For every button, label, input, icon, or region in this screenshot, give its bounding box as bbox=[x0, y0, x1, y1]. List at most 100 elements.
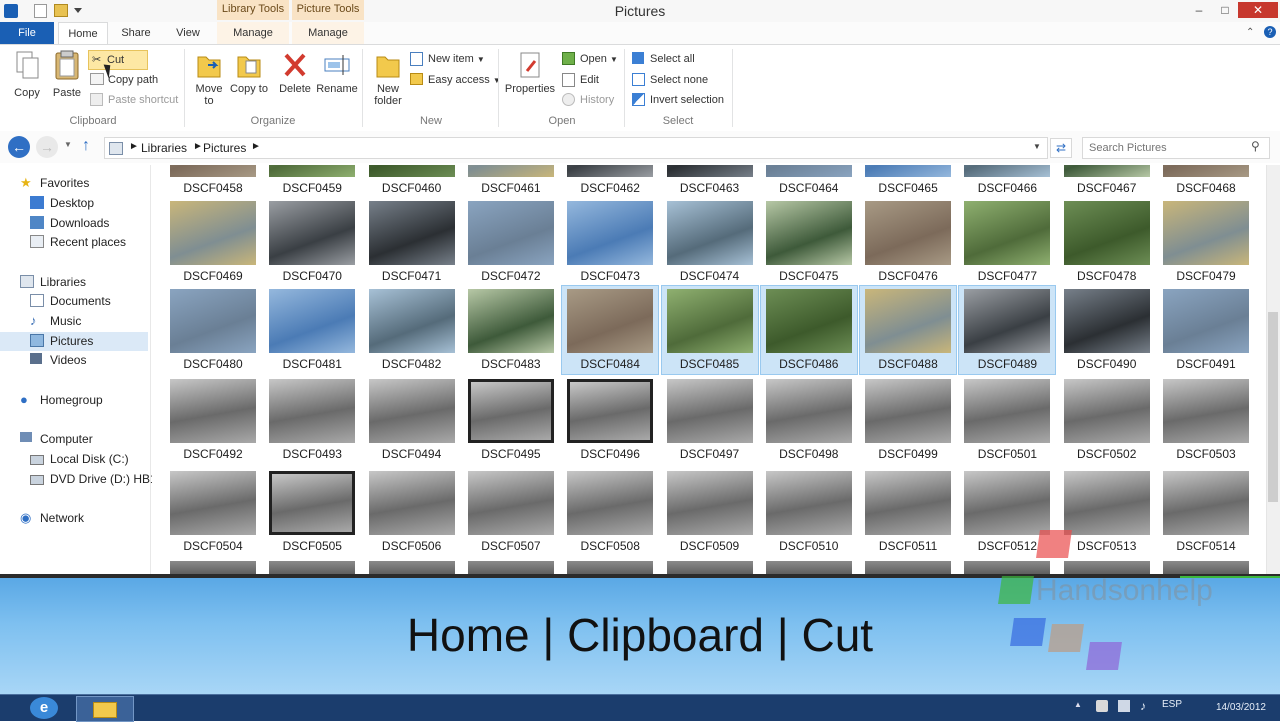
nav-libraries[interactable]: Libraries bbox=[20, 273, 86, 291]
open-icon bbox=[562, 52, 575, 65]
taskbar-file-explorer[interactable] bbox=[76, 696, 134, 722]
photo-image bbox=[467, 165, 554, 177]
copy-button[interactable]: Copy bbox=[8, 49, 46, 99]
forward-button[interactable]: → bbox=[36, 136, 58, 158]
copy-path-icon bbox=[90, 73, 104, 85]
file-name: DSCF0484 bbox=[580, 357, 640, 371]
nav-computer[interactable]: Computer bbox=[20, 430, 93, 448]
minimize-ribbon-icon[interactable]: ⌃ bbox=[1246, 27, 1254, 38]
photo-image bbox=[865, 289, 952, 353]
address-dropdown-icon[interactable]: ▼ bbox=[1033, 142, 1041, 151]
nav-network[interactable]: ◉ Network bbox=[20, 509, 84, 527]
disk-icon bbox=[30, 455, 44, 465]
address-box[interactable]: ► Libraries ► Pictures ► ▼ bbox=[104, 137, 1048, 159]
tab-manage-library[interactable]: Manage bbox=[217, 22, 289, 44]
nav-label: Favorites bbox=[40, 176, 90, 190]
recent-locations-icon[interactable]: ▼ bbox=[64, 140, 72, 149]
maximize-button[interactable]: □ bbox=[1212, 2, 1238, 18]
nav-recent-places[interactable]: Recent places bbox=[30, 233, 126, 251]
network-tray-icon[interactable] bbox=[1118, 700, 1130, 712]
move-to-button[interactable]: Move to bbox=[190, 49, 228, 107]
photo-image bbox=[368, 379, 455, 443]
file-name: DSCF0460 bbox=[381, 181, 442, 195]
file-name: DSCF0489 bbox=[977, 357, 1038, 371]
desktop-icon bbox=[30, 196, 44, 209]
scrollbar-thumb[interactable] bbox=[1268, 312, 1278, 502]
nav-dvd-drive[interactable]: DVD Drive (D:) HB1_ bbox=[30, 470, 163, 488]
rename-button[interactable]: Rename bbox=[316, 49, 358, 95]
action-center-icon[interactable] bbox=[1096, 700, 1108, 712]
copy-icon bbox=[12, 49, 42, 81]
photo-image bbox=[1063, 165, 1150, 177]
select-none-button[interactable]: Select none bbox=[632, 71, 708, 89]
tray-date[interactable]: 14/03/2012 bbox=[1190, 702, 1266, 713]
nav-pictures[interactable]: Pictures bbox=[30, 332, 93, 350]
back-button[interactable]: ← bbox=[8, 136, 30, 158]
new-item-button[interactable]: New item ▼ bbox=[410, 50, 485, 68]
file-name: DSCF0511 bbox=[878, 539, 938, 553]
breadcrumb-chevron-icon[interactable]: ► bbox=[193, 141, 203, 152]
rename-label: Rename bbox=[316, 83, 358, 95]
minimize-button[interactable]: – bbox=[1186, 2, 1212, 18]
group-divider bbox=[184, 49, 185, 127]
internet-explorer-icon[interactable]: e bbox=[30, 697, 58, 719]
invert-selection-button[interactable]: Invert selection bbox=[632, 91, 724, 109]
file-name: DSCF0459 bbox=[282, 181, 342, 195]
new-folder-button[interactable]: New folder bbox=[370, 49, 406, 107]
volume-icon[interactable]: ♪ bbox=[1140, 699, 1146, 713]
file-name: DSCF0508 bbox=[580, 539, 640, 553]
copy-path-button[interactable]: Copy path bbox=[90, 71, 158, 89]
breadcrumb-chevron-icon[interactable]: ► bbox=[129, 141, 139, 152]
brand-square-red bbox=[1036, 530, 1072, 558]
help-icon[interactable]: ? bbox=[1264, 26, 1276, 38]
photo-image bbox=[964, 165, 1051, 177]
easy-access-button[interactable]: Easy access ▼ bbox=[410, 71, 501, 89]
select-all-button[interactable]: Select all bbox=[632, 50, 695, 68]
homegroup-icon: ● bbox=[20, 392, 28, 407]
delete-button[interactable]: Delete bbox=[276, 49, 314, 95]
nav-local-disk[interactable]: Local Disk (C:) bbox=[30, 450, 129, 468]
search-box[interactable]: ⚲ bbox=[1082, 137, 1270, 159]
language-indicator[interactable]: ESP bbox=[1162, 699, 1182, 710]
move-to-label: Move to bbox=[195, 83, 223, 107]
photo-image bbox=[368, 165, 455, 177]
nav-music[interactable]: ♪ Music bbox=[30, 312, 81, 330]
tab-share[interactable]: Share bbox=[114, 22, 158, 44]
nav-favorites[interactable]: ★ Favorites bbox=[20, 174, 89, 192]
nav-downloads[interactable]: Downloads bbox=[30, 214, 109, 232]
up-button[interactable]: ↑ bbox=[82, 137, 90, 155]
paste-shortcut-button[interactable]: Paste shortcut bbox=[90, 91, 178, 109]
group-label-open: Open bbox=[548, 115, 576, 127]
paste-button[interactable]: Paste bbox=[48, 49, 86, 99]
address-bar: ← → ▼ ↑ ► Libraries ► Pictures ► ▼ ⇄ ⚲ bbox=[0, 131, 1280, 163]
search-input[interactable] bbox=[1087, 139, 1251, 157]
photo-image bbox=[666, 289, 753, 353]
properties-button[interactable]: Properties bbox=[504, 49, 556, 95]
close-button[interactable]: ✕ bbox=[1238, 2, 1278, 18]
breadcrumb-pictures[interactable]: Pictures bbox=[203, 141, 246, 155]
nav-homegroup[interactable]: ● Homegroup bbox=[20, 391, 103, 409]
photo-image bbox=[170, 471, 256, 535]
photo-image bbox=[1063, 289, 1150, 353]
edit-button[interactable]: Edit bbox=[562, 71, 599, 89]
nav-videos[interactable]: Videos bbox=[30, 351, 86, 369]
breadcrumb-chevron-icon[interactable]: ► bbox=[251, 141, 261, 152]
tab-manage-picture[interactable]: Manage bbox=[292, 22, 364, 44]
dropdown-arrow-icon: ▼ bbox=[492, 76, 501, 85]
open-button[interactable]: Open ▼ bbox=[562, 50, 618, 68]
tab-file[interactable]: File bbox=[0, 22, 54, 44]
nav-documents[interactable]: Documents bbox=[30, 292, 111, 310]
nav-desktop[interactable]: Desktop bbox=[30, 194, 94, 212]
cut-button[interactable]: ✂ Cut bbox=[88, 50, 148, 70]
photo-image bbox=[1163, 471, 1249, 535]
history-button[interactable]: History bbox=[562, 91, 614, 109]
tab-home[interactable]: Home bbox=[58, 22, 108, 45]
copy-to-button[interactable]: Copy to bbox=[230, 49, 268, 95]
tab-view[interactable]: View bbox=[166, 22, 210, 44]
dropdown-arrow-icon: ▼ bbox=[609, 55, 618, 64]
search-icon[interactable]: ⚲ bbox=[1251, 139, 1260, 153]
refresh-button[interactable]: ⇄ bbox=[1050, 138, 1072, 158]
breadcrumb-libraries[interactable]: Libraries bbox=[141, 141, 187, 155]
tray-expand-icon[interactable]: ▲ bbox=[1074, 700, 1082, 709]
copy-to-label: Copy to bbox=[230, 83, 268, 95]
